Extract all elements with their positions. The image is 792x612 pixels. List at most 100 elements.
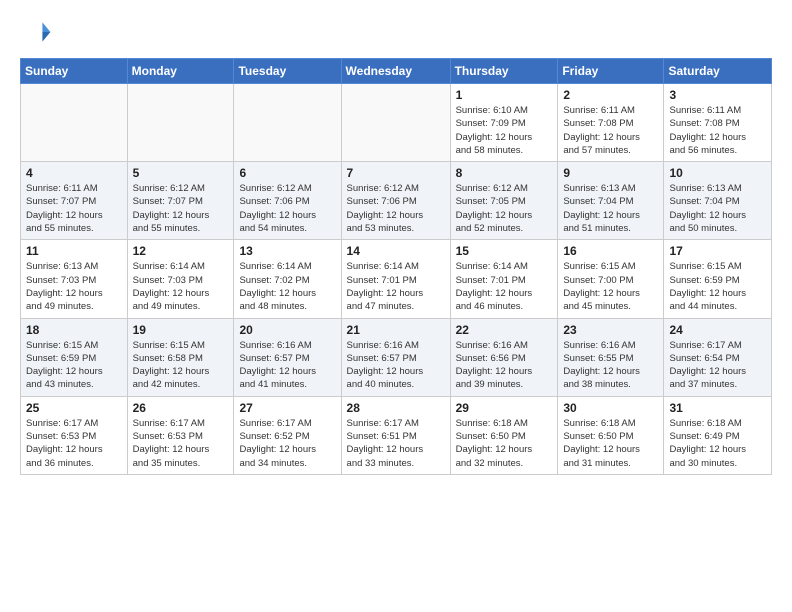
day-number: 28 (347, 401, 445, 415)
day-info: Sunrise: 6:18 AMSunset: 6:50 PMDaylight:… (456, 417, 553, 470)
day-number: 14 (347, 244, 445, 258)
calendar-cell: 8Sunrise: 6:12 AMSunset: 7:05 PMDaylight… (450, 162, 558, 240)
day-info: Sunrise: 6:14 AMSunset: 7:02 PMDaylight:… (239, 260, 335, 313)
calendar-cell: 11 Sunrise: 6:13 AMSunset: 7:03 PMDayligh… (21, 240, 128, 318)
header-cell-thursday: Thursday (450, 59, 558, 84)
day-info: Sunrise: 6:14 AMSunset: 7:01 PMDaylight:… (456, 260, 553, 313)
day-info: Sunrise: 6:13 AMSunset: 7:04 PMDaylight:… (669, 182, 766, 235)
calendar-cell (234, 84, 341, 162)
day-number: 19 (133, 323, 229, 337)
day-info: Sunrise: 6:14 AMSunset: 7:03 PMDaylight:… (133, 260, 229, 313)
day-info: Sunrise: 6:18 AMSunset: 6:50 PMDaylight:… (563, 417, 658, 470)
calendar-body: 1 Sunrise: 6:10 AMSunset: 7:09 PMDaylight… (21, 84, 772, 475)
calendar-cell: 21 Sunrise: 6:16 AMSunset: 6:57 PMDayligh… (341, 318, 450, 396)
logo (20, 16, 56, 48)
day-info: Sunrise: 6:12 AMSunset: 7:07 PMDaylight:… (133, 182, 229, 235)
calendar-table: SundayMondayTuesdayWednesdayThursdayFrid… (20, 58, 772, 475)
calendar-cell: 18Sunrise: 6:15 AMSunset: 6:59 PMDayligh… (21, 318, 128, 396)
calendar-cell: 10 Sunrise: 6:13 AMSunset: 7:04 PMDayligh… (664, 162, 772, 240)
day-number: 11 (26, 244, 122, 258)
calendar-cell: 27Sunrise: 6:17 AMSunset: 6:52 PMDayligh… (234, 396, 341, 474)
day-info: Sunrise: 6:11 AMSunset: 7:08 PMDaylight:… (669, 104, 766, 157)
calendar-cell: 15 Sunrise: 6:14 AMSunset: 7:01 PMDayligh… (450, 240, 558, 318)
day-number: 17 (669, 244, 766, 258)
day-number: 20 (239, 323, 335, 337)
header-row: SundayMondayTuesdayWednesdayThursdayFrid… (21, 59, 772, 84)
calendar-cell: 14 Sunrise: 6:14 AMSunset: 7:01 PMDayligh… (341, 240, 450, 318)
calendar-cell: 25Sunrise: 6:17 AMSunset: 6:53 PMDayligh… (21, 396, 128, 474)
day-info: Sunrise: 6:12 AMSunset: 7:06 PMDaylight:… (239, 182, 335, 235)
calendar-cell (341, 84, 450, 162)
day-info: Sunrise: 6:16 AMSunset: 6:57 PMDaylight:… (239, 339, 335, 392)
day-number: 31 (669, 401, 766, 415)
day-info: Sunrise: 6:17 AMSunset: 6:51 PMDaylight:… (347, 417, 445, 470)
calendar-cell: 30 Sunrise: 6:18 AMSunset: 6:50 PMDayligh… (558, 396, 664, 474)
day-number: 15 (456, 244, 553, 258)
logo-icon (20, 16, 52, 48)
day-number: 18 (26, 323, 122, 337)
calendar-cell: 19 Sunrise: 6:15 AMSunset: 6:58 PMDayligh… (127, 318, 234, 396)
day-number: 7 (347, 166, 445, 180)
day-info: Sunrise: 6:17 AMSunset: 6:54 PMDaylight:… (669, 339, 766, 392)
calendar-cell (21, 84, 128, 162)
calendar-week-0: 1 Sunrise: 6:10 AMSunset: 7:09 PMDaylight… (21, 84, 772, 162)
calendar-cell (127, 84, 234, 162)
day-info: Sunrise: 6:11 AMSunset: 7:07 PMDaylight:… (26, 182, 122, 235)
calendar-cell: 9 Sunrise: 6:13 AMSunset: 7:04 PMDaylight… (558, 162, 664, 240)
day-number: 9 (563, 166, 658, 180)
day-number: 23 (563, 323, 658, 337)
header-cell-monday: Monday (127, 59, 234, 84)
calendar-cell: 13 Sunrise: 6:14 AMSunset: 7:02 PMDayligh… (234, 240, 341, 318)
calendar-cell: 2 Sunrise: 6:11 AMSunset: 7:08 PMDaylight… (558, 84, 664, 162)
calendar-cell: 28 Sunrise: 6:17 AMSunset: 6:51 PMDayligh… (341, 396, 450, 474)
header-cell-wednesday: Wednesday (341, 59, 450, 84)
calendar-week-4: 25Sunrise: 6:17 AMSunset: 6:53 PMDayligh… (21, 396, 772, 474)
calendar-cell: 3 Sunrise: 6:11 AMSunset: 7:08 PMDaylight… (664, 84, 772, 162)
calendar-cell: 6 Sunrise: 6:12 AMSunset: 7:06 PMDaylight… (234, 162, 341, 240)
day-info: Sunrise: 6:10 AMSunset: 7:09 PMDaylight:… (456, 104, 553, 157)
day-number: 1 (456, 88, 553, 102)
day-info: Sunrise: 6:13 AMSunset: 7:04 PMDaylight:… (563, 182, 658, 235)
page: SundayMondayTuesdayWednesdayThursdayFrid… (0, 0, 792, 491)
calendar-header: SundayMondayTuesdayWednesdayThursdayFrid… (21, 59, 772, 84)
day-info: Sunrise: 6:14 AMSunset: 7:01 PMDaylight:… (347, 260, 445, 313)
calendar-cell: 20 Sunrise: 6:16 AMSunset: 6:57 PMDayligh… (234, 318, 341, 396)
calendar-cell: 16 Sunrise: 6:15 AMSunset: 7:00 PMDayligh… (558, 240, 664, 318)
calendar-cell: 12 Sunrise: 6:14 AMSunset: 7:03 PMDayligh… (127, 240, 234, 318)
calendar-cell: 5 Sunrise: 6:12 AMSunset: 7:07 PMDaylight… (127, 162, 234, 240)
day-info: Sunrise: 6:13 AMSunset: 7:03 PMDaylight:… (26, 260, 122, 313)
day-info: Sunrise: 6:17 AMSunset: 6:53 PMDaylight:… (26, 417, 122, 470)
day-number: 12 (133, 244, 229, 258)
day-info: Sunrise: 6:15 AMSunset: 6:58 PMDaylight:… (133, 339, 229, 392)
day-info: Sunrise: 6:18 AMSunset: 6:49 PMDaylight:… (669, 417, 766, 470)
day-number: 27 (239, 401, 335, 415)
day-number: 4 (26, 166, 122, 180)
day-info: Sunrise: 6:16 AMSunset: 6:55 PMDaylight:… (563, 339, 658, 392)
day-info: Sunrise: 6:15 AMSunset: 7:00 PMDaylight:… (563, 260, 658, 313)
calendar-cell: 7 Sunrise: 6:12 AMSunset: 7:06 PMDaylight… (341, 162, 450, 240)
day-number: 16 (563, 244, 658, 258)
calendar-cell: 24 Sunrise: 6:17 AMSunset: 6:54 PMDayligh… (664, 318, 772, 396)
day-number: 2 (563, 88, 658, 102)
day-info: Sunrise: 6:12 AMSunset: 7:05 PMDaylight:… (456, 182, 553, 235)
day-number: 5 (133, 166, 229, 180)
day-number: 3 (669, 88, 766, 102)
calendar-cell: 31 Sunrise: 6:18 AMSunset: 6:49 PMDayligh… (664, 396, 772, 474)
calendar-week-1: 4 Sunrise: 6:11 AMSunset: 7:07 PMDaylight… (21, 162, 772, 240)
day-info: Sunrise: 6:16 AMSunset: 6:57 PMDaylight:… (347, 339, 445, 392)
day-number: 21 (347, 323, 445, 337)
day-number: 13 (239, 244, 335, 258)
calendar-week-3: 18Sunrise: 6:15 AMSunset: 6:59 PMDayligh… (21, 318, 772, 396)
day-number: 24 (669, 323, 766, 337)
header-cell-friday: Friday (558, 59, 664, 84)
day-info: Sunrise: 6:12 AMSunset: 7:06 PMDaylight:… (347, 182, 445, 235)
calendar-cell: 4 Sunrise: 6:11 AMSunset: 7:07 PMDaylight… (21, 162, 128, 240)
header-cell-tuesday: Tuesday (234, 59, 341, 84)
day-info: Sunrise: 6:11 AMSunset: 7:08 PMDaylight:… (563, 104, 658, 157)
calendar-cell: 17Sunrise: 6:15 AMSunset: 6:59 PMDayligh… (664, 240, 772, 318)
day-number: 10 (669, 166, 766, 180)
day-number: 6 (239, 166, 335, 180)
day-number: 29 (456, 401, 553, 415)
calendar-cell: 22Sunrise: 6:16 AMSunset: 6:56 PMDayligh… (450, 318, 558, 396)
day-number: 30 (563, 401, 658, 415)
